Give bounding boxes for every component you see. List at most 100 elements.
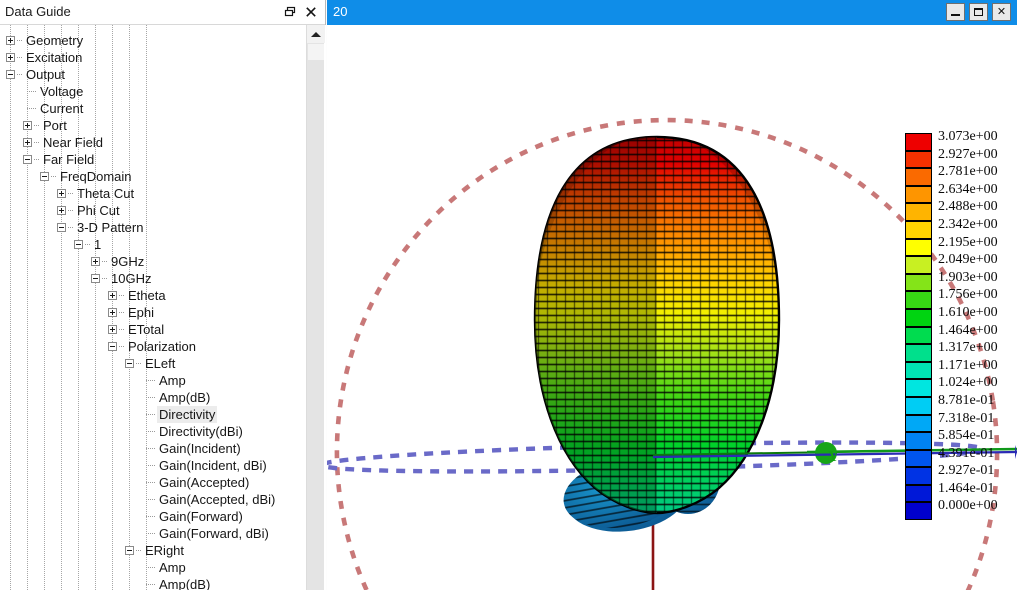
expand-plus-icon[interactable] <box>6 36 15 45</box>
tree-item-directivity-dbi[interactable]: Directivity(dBi) <box>0 423 306 440</box>
tree-item-directivity[interactable]: Directivity <box>0 406 306 423</box>
tree-item-gain-incident-dbi[interactable]: Gain(Incident, dBi) <box>0 457 306 474</box>
tree-guide-line <box>146 516 155 517</box>
tree-item-amp-db[interactable]: Amp(dB) <box>0 389 306 406</box>
expand-plus-icon[interactable] <box>23 138 32 147</box>
tree-item-label: Gain(Incident) <box>157 440 243 457</box>
tree-item-amp-db[interactable]: Amp(dB) <box>0 576 306 590</box>
close-icon[interactable]: ✕ <box>992 3 1011 21</box>
tree-item-phi-cut[interactable]: Phi Cut <box>0 202 306 219</box>
tree-item-geometry[interactable]: Geometry <box>0 32 306 49</box>
tree-item-far-field[interactable]: Far Field <box>0 151 306 168</box>
colorbar-tick-label: 7.318e-01 <box>938 411 994 427</box>
expand-plus-icon[interactable] <box>91 257 100 266</box>
colorbar-tick-label: 3.073e+00 <box>938 129 998 145</box>
expand-plus-icon[interactable] <box>6 53 15 62</box>
tree-item-eleft[interactable]: ELeft <box>0 355 306 372</box>
tree-item-label: Gain(Forward) <box>157 508 245 525</box>
colorbar-tick-label: 1.756e+00 <box>938 287 998 303</box>
tree-guide-line <box>68 210 73 211</box>
tree-item-excitation[interactable]: Excitation <box>0 49 306 66</box>
tree-item-10ghz[interactable]: 10GHz <box>0 270 306 287</box>
tree-item-etheta[interactable]: Etheta <box>0 287 306 304</box>
tree-item-label: 3-D Pattern <box>75 219 145 236</box>
application-window: Data Guide GeometryExcitationOutputVolta… <box>0 0 1017 590</box>
tree-item-polarization[interactable]: Polarization <box>0 338 306 355</box>
scrollbar-thumb[interactable] <box>308 44 324 60</box>
expand-plus-icon[interactable] <box>108 325 117 334</box>
collapse-minus-icon[interactable] <box>125 359 134 368</box>
colorbar-swatch <box>905 415 932 433</box>
maximize-icon[interactable] <box>969 3 988 21</box>
data-guide-panel: Data Guide GeometryExcitationOutputVolta… <box>0 0 326 590</box>
collapse-minus-icon[interactable] <box>108 342 117 351</box>
colorbar-swatch <box>905 239 932 257</box>
tree-item-label: Far Field <box>41 151 96 168</box>
tree-item-amp[interactable]: Amp <box>0 372 306 389</box>
close-icon[interactable] <box>302 3 320 21</box>
collapse-minus-icon[interactable] <box>23 155 32 164</box>
tree-item-label: ELeft <box>143 355 177 372</box>
expand-plus-icon[interactable] <box>57 206 66 215</box>
colorbar-tick-label: 8.781e-01 <box>938 393 994 409</box>
colorbar-swatch <box>905 432 932 450</box>
collapse-minus-icon[interactable] <box>40 172 49 181</box>
tree-item-gain-accepted-dbi[interactable]: Gain(Accepted, dBi) <box>0 491 306 508</box>
collapse-minus-icon[interactable] <box>125 546 134 555</box>
collapse-minus-icon[interactable] <box>91 274 100 283</box>
data-guide-scrollbar[interactable] <box>306 25 324 590</box>
collapse-minus-icon[interactable] <box>57 223 66 232</box>
expand-plus-icon[interactable] <box>57 189 66 198</box>
3d-render-canvas[interactable]: Y 3.073e+002.927e+002.781e+002.634e+002.… <box>327 25 1017 590</box>
tree-item-gain-accepted[interactable]: Gain(Accepted) <box>0 474 306 491</box>
expand-plus-icon[interactable] <box>108 291 117 300</box>
view-window-title: 20 <box>333 4 347 19</box>
colorbar-swatch <box>905 467 932 485</box>
expand-plus-icon[interactable] <box>108 308 117 317</box>
tree-item-label: Gain(Accepted) <box>157 474 251 491</box>
tree-item-label: 1 <box>92 236 103 253</box>
colorbar-tick-label: 1.024e+00 <box>938 375 998 391</box>
tree-item-3-d-pattern[interactable]: 3-D Pattern <box>0 219 306 236</box>
tree-item-output[interactable]: Output <box>0 66 306 83</box>
tree-item-gain-incident[interactable]: Gain(Incident) <box>0 440 306 457</box>
tree-item-gain-forward[interactable]: Gain(Forward) <box>0 508 306 525</box>
tree-guide-line <box>119 312 124 313</box>
tree-item-etotal[interactable]: ETotal <box>0 321 306 338</box>
collapse-minus-icon[interactable] <box>74 240 83 249</box>
tree-item-current[interactable]: Current <box>0 100 306 117</box>
tree-item-1[interactable]: 1 <box>0 236 306 253</box>
tree-item-label: 10GHz <box>109 270 153 287</box>
tree-guide-line <box>146 567 155 568</box>
tree-item-eright[interactable]: ERight <box>0 542 306 559</box>
colorbar-tick-label: 2.342e+00 <box>938 217 998 233</box>
restore-window-icon[interactable] <box>281 3 299 21</box>
tree-item-theta-cut[interactable]: Theta Cut <box>0 185 306 202</box>
colorbar-legend: 3.073e+002.927e+002.781e+002.634e+002.48… <box>905 133 1017 520</box>
colorbar-tick-label: 1.317e+00 <box>938 340 998 356</box>
tree-guide-line <box>146 431 155 432</box>
colorbar-tick-label: 1.903e+00 <box>938 270 998 286</box>
tree-item-ephi[interactable]: Ephi <box>0 304 306 321</box>
colorbar-swatch <box>905 151 932 169</box>
colorbar-swatch <box>905 186 932 204</box>
tree-guide-line <box>68 193 73 194</box>
tree-guide-line <box>146 397 155 398</box>
tree-item-near-field[interactable]: Near Field <box>0 134 306 151</box>
tree-item-label: Phi Cut <box>75 202 122 219</box>
tree-item-freqdomain[interactable]: FreqDomain <box>0 168 306 185</box>
collapse-minus-icon[interactable] <box>6 70 15 79</box>
scroll-up-arrow-icon[interactable] <box>307 25 325 43</box>
data-guide-tree[interactable]: GeometryExcitationOutputVoltageCurrentPo… <box>0 25 306 590</box>
tree-item-gain-forward-dbi[interactable]: Gain(Forward, dBi) <box>0 525 306 542</box>
tree-item-voltage[interactable]: Voltage <box>0 83 306 100</box>
tree-item-9ghz[interactable]: 9GHz <box>0 253 306 270</box>
tree-item-label: Amp <box>157 372 188 389</box>
tree-guide-line <box>85 244 90 245</box>
tree-guide-line <box>146 584 155 585</box>
expand-plus-icon[interactable] <box>23 121 32 130</box>
tree-item-amp[interactable]: Amp <box>0 559 306 576</box>
minimize-icon[interactable] <box>946 3 965 21</box>
tree-item-port[interactable]: Port <box>0 117 306 134</box>
colorbar-tick-label: 2.634e+00 <box>938 182 998 198</box>
